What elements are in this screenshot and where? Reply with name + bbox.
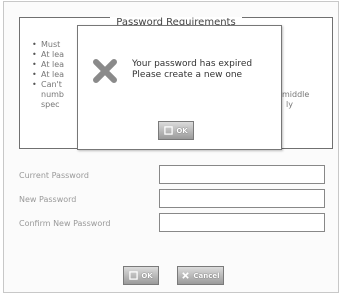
confirm-password-field[interactable] [159,213,325,232]
requirement-fragment: middle [282,90,310,99]
dialog-ok-label: OK [176,126,188,135]
ok-button[interactable]: OK [123,266,159,285]
dialog-message: Your password has expired Please create … [132,59,252,81]
cancel-button[interactable]: Cancel [177,266,224,285]
ok-icon [129,271,139,280]
cancel-button-label: Cancel [193,271,220,280]
dialog-message-line: Please create a new one [132,70,243,80]
dialog-message-line: Your password has expired [132,59,253,69]
dialog-ok-button[interactable]: OK [158,121,194,140]
error-x-icon [93,59,117,83]
current-password-field[interactable] [159,165,325,184]
ok-button-label: OK [141,271,153,280]
current-password-label: Current Password [19,171,89,180]
cancel-icon [182,272,190,279]
new-password-label: New Password [19,195,77,204]
requirement-fragment: ly [286,100,293,109]
new-password-field[interactable] [159,189,325,208]
password-expired-dialog: Your password has expired Please create … [77,25,282,150]
ok-icon [164,126,174,135]
confirm-password-label: Confirm New Password [19,219,111,228]
